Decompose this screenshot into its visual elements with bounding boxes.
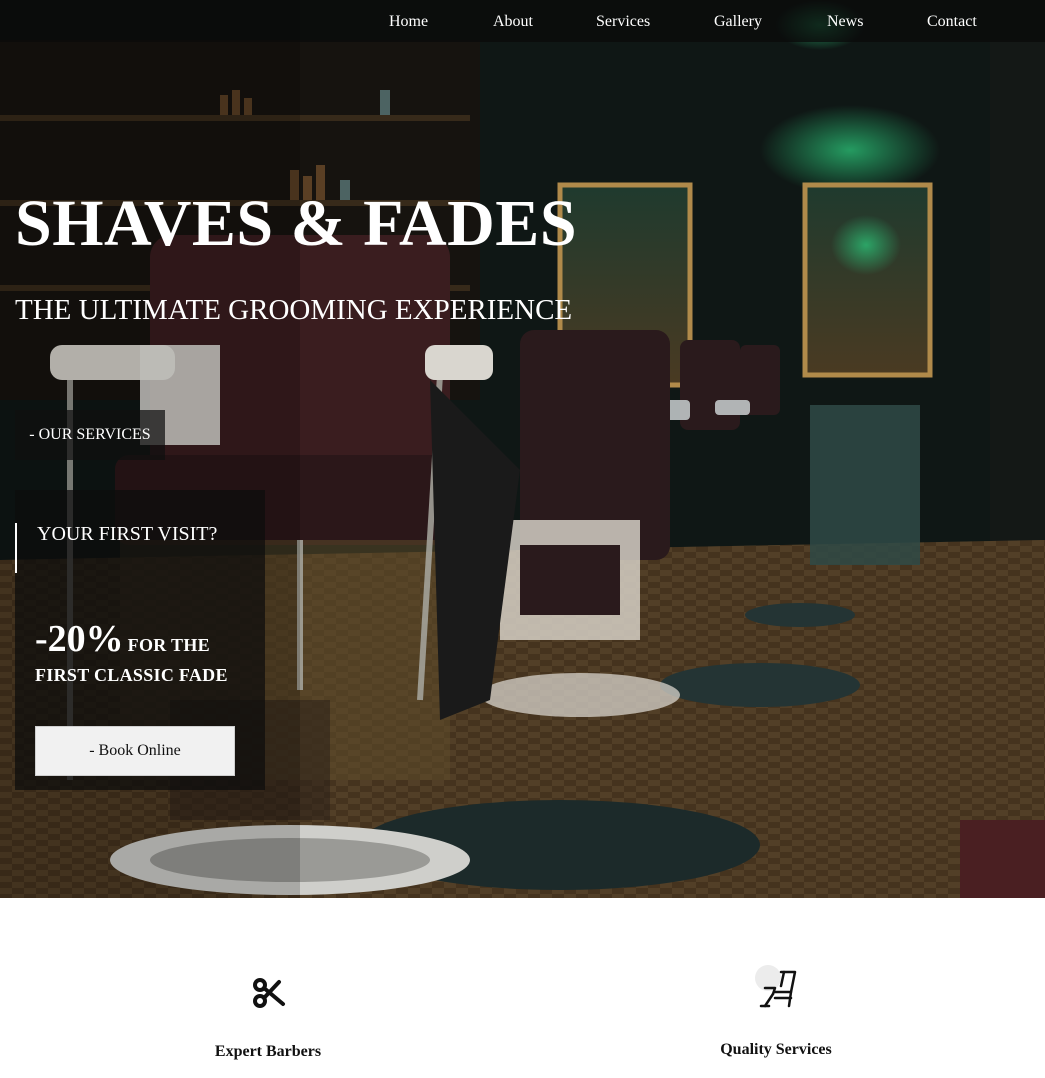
nav-link-about[interactable]: About [493,12,533,32]
book-online-button[interactable]: - Book Online [35,726,235,776]
feature-label-quality-services: Quality Services [720,1041,832,1058]
promo-offer-line-1: FOR THE [127,635,210,655]
promo-discount-percent: -20% [35,618,124,660]
hero-title: SHAVES & FADES [15,187,578,260]
promo-heading: YOUR FIRST VISIT? [15,523,217,573]
nav-link-services[interactable]: Services [596,12,650,32]
feature-label-expert-barbers: Expert Barbers [214,1043,322,1060]
barber-chair-icon [751,962,801,1012]
feature-expert-barbers: Expert Barbers [138,898,398,1078]
our-services-button[interactable]: - OUR SERVICES [15,410,165,460]
hero-subtitle: THE ULTIMATE GROOMING EXPERIENCE [15,294,573,326]
top-navigation: Home About Services Gallery News Contact [0,0,1045,42]
nav-link-gallery[interactable]: Gallery [714,12,762,32]
nav-link-home[interactable]: Home [389,12,428,32]
promo-offer: -20% FOR THE FIRST CLASSIC FADE [35,620,265,688]
first-visit-promo-panel: YOUR FIRST VISIT? -20% FOR THE FIRST CLA… [15,490,265,790]
scissors-icon [243,968,293,1018]
features-section: Expert Barbers Quality Services [0,898,1045,1078]
feature-quality-services: Quality Services [646,898,906,1078]
nav-link-contact[interactable]: Contact [927,12,977,32]
hero-section: Home About Services Gallery News Contact… [0,0,1045,898]
promo-offer-line-2: FIRST CLASSIC FADE [35,665,228,685]
nav-link-news[interactable]: News [827,12,863,32]
